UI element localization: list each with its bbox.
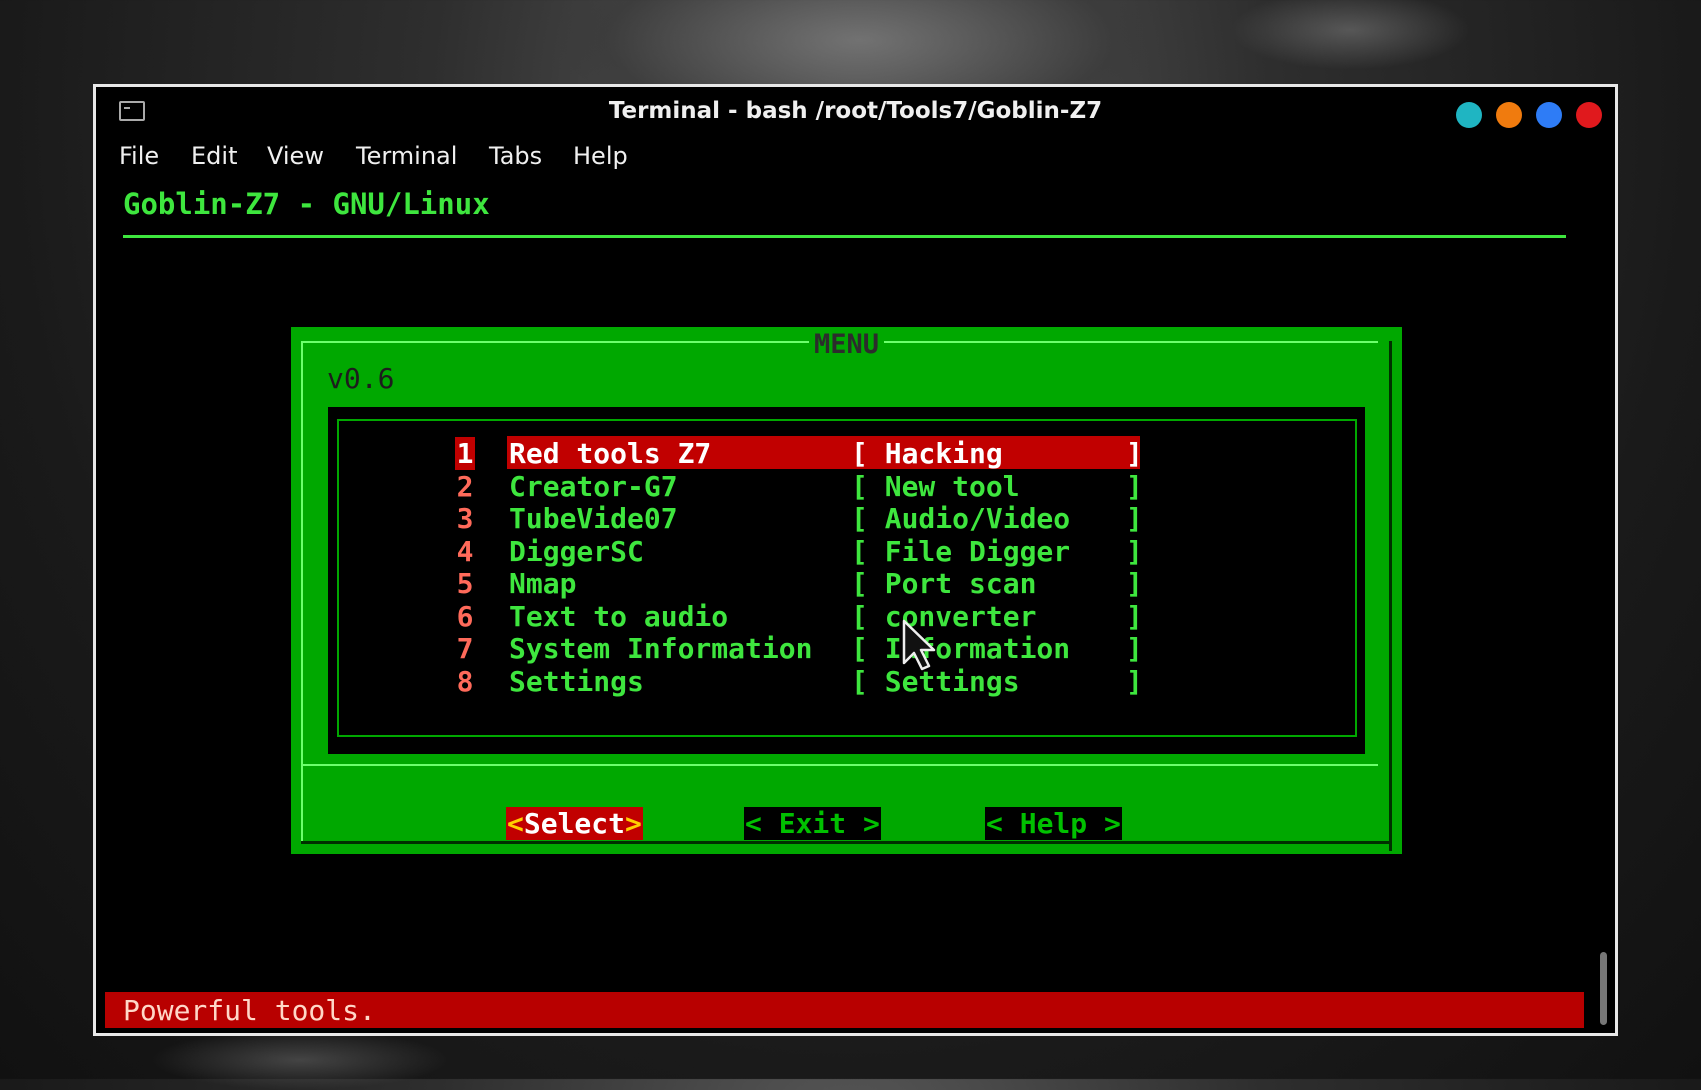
menu-item-bracket: ] bbox=[1126, 437, 1143, 470]
menu-item-name: Text to audio bbox=[509, 599, 729, 633]
menu-tabs[interactable]: Tabs bbox=[489, 142, 542, 170]
restore-button[interactable] bbox=[1536, 102, 1562, 128]
menu-item-name: TubeVide07 bbox=[509, 502, 678, 535]
menu-item[interactable]: 4 DiggerSC [ File Digger] bbox=[328, 535, 1365, 568]
menu-dialog: MENU v0.6 1 Red tools Z7 [ Hacking] 2 Creato… bbox=[291, 327, 1402, 854]
menu-item[interactable]: 2 Creator-G7 [ New tool] bbox=[328, 470, 1365, 503]
maximize-button[interactable] bbox=[1496, 102, 1522, 128]
menu-item-number: 4 bbox=[456, 534, 474, 568]
menu-list: 1 Red tools Z7 [ Hacking] 2 Creator-G7 [ New … bbox=[328, 407, 1365, 754]
menu-item-number: 2 bbox=[456, 469, 474, 503]
close-button[interactable] bbox=[1576, 102, 1602, 128]
menu-item-name: DiggerSC bbox=[509, 534, 644, 568]
menu-item-name: Red tools Z7 bbox=[509, 437, 712, 470]
dialog-border-bottom bbox=[301, 841, 1392, 844]
menu-item-category: New tool bbox=[884, 469, 1020, 503]
menu-item-number: 5 bbox=[456, 567, 474, 600]
menu-item-description: [ Information bbox=[851, 632, 1071, 665]
dialog-border-left bbox=[301, 341, 303, 841]
menu-item-name: Nmap bbox=[509, 567, 577, 600]
menu-item-bracket: ] bbox=[1126, 632, 1143, 665]
menu-item-name: System Information bbox=[509, 632, 813, 665]
menu-item[interactable]: 3 TubeVide07 [ Audio/Video] bbox=[328, 502, 1365, 535]
menu-item-number: 6 bbox=[456, 599, 474, 633]
menu-item-bracket: ] bbox=[1126, 567, 1143, 600]
menu-item-category: Hacking bbox=[884, 437, 1003, 470]
menu-item-bracket: ] bbox=[1126, 469, 1143, 503]
dialog-subtitle: v0.6 bbox=[327, 362, 395, 395]
menu-item-description: [ Audio/Video bbox=[851, 502, 1071, 535]
backtitle: Goblin-Z7 - GNU/Linux bbox=[123, 187, 490, 221]
menu-item-bracket: ] bbox=[1126, 534, 1143, 568]
menu-item-description: [ File Digger bbox=[851, 534, 1071, 568]
menu-item-bracket: ] bbox=[1126, 664, 1143, 698]
menu-edit[interactable]: Edit bbox=[191, 142, 237, 170]
menu-item-description: [ Port scan bbox=[851, 567, 1037, 600]
menu-item-number: 8 bbox=[456, 664, 474, 698]
terminal-window: Terminal - bash /root/Tools7/Goblin-Z7 F… bbox=[93, 84, 1618, 1036]
menu-file[interactable]: File bbox=[119, 142, 159, 170]
menu-item-category: File Digger bbox=[884, 534, 1071, 568]
title-bar[interactable]: Terminal - bash /root/Tools7/Goblin-Z7 bbox=[96, 87, 1615, 135]
mouse-pointer-icon bbox=[902, 619, 936, 671]
dialog-title: MENU bbox=[808, 329, 885, 360]
wallpaper-blade-shape-bottom bbox=[150, 1030, 450, 1090]
menu-item-description: [ New tool bbox=[851, 469, 1020, 503]
select-button-label: Select bbox=[523, 807, 626, 840]
menu-item-number: 7 bbox=[456, 632, 474, 665]
menu-view[interactable]: View bbox=[267, 142, 324, 170]
scrollbar[interactable] bbox=[1600, 952, 1607, 1025]
menu-item[interactable]: 7 System Information [ Information] bbox=[328, 632, 1365, 665]
menu-item[interactable]: 8 Settings[ Settings] bbox=[328, 665, 1365, 698]
dialog-border-right bbox=[1389, 341, 1392, 851]
menu-item-description: [ Hacking bbox=[851, 437, 1003, 470]
dialog-separator bbox=[301, 764, 1378, 766]
menu-item-name: Creator-G7 bbox=[509, 469, 678, 503]
menu-item-bracket: ] bbox=[1126, 599, 1143, 633]
menu-item-number: 3 bbox=[456, 502, 474, 535]
menu-help[interactable]: Help bbox=[573, 142, 628, 170]
menu-item-bracket: ] bbox=[1126, 502, 1143, 535]
select-button[interactable]: <Select> bbox=[506, 807, 643, 840]
window-title: Terminal - bash /root/Tools7/Goblin-Z7 bbox=[608, 98, 1103, 124]
menu-item[interactable]: 5 Nmap [ Port scan] bbox=[328, 567, 1365, 600]
minimize-button[interactable] bbox=[1456, 102, 1482, 128]
menu-item-name: Settings bbox=[509, 664, 644, 698]
menu-item-description: [ converter bbox=[851, 599, 1037, 633]
status-text: Powerful tools. bbox=[123, 994, 376, 1027]
menu-item-category: Audio/Video bbox=[884, 502, 1071, 535]
menu-item[interactable]: 6 Text to audio [ converter] bbox=[328, 600, 1365, 633]
backtitle-divider bbox=[123, 235, 1566, 238]
wallpaper-blade-shape bbox=[1230, 0, 1470, 70]
help-button[interactable]: < Help > bbox=[985, 807, 1122, 840]
status-bar: Powerful tools. bbox=[105, 992, 1584, 1028]
menu-item-number: 1 bbox=[455, 437, 475, 470]
menu-terminal[interactable]: Terminal bbox=[356, 142, 457, 170]
menu-item[interactable]: 1 Red tools Z7 [ Hacking] bbox=[328, 436, 1365, 470]
exit-button[interactable]: < Exit > bbox=[744, 807, 881, 840]
menu-item-category: Port scan bbox=[884, 567, 1037, 600]
